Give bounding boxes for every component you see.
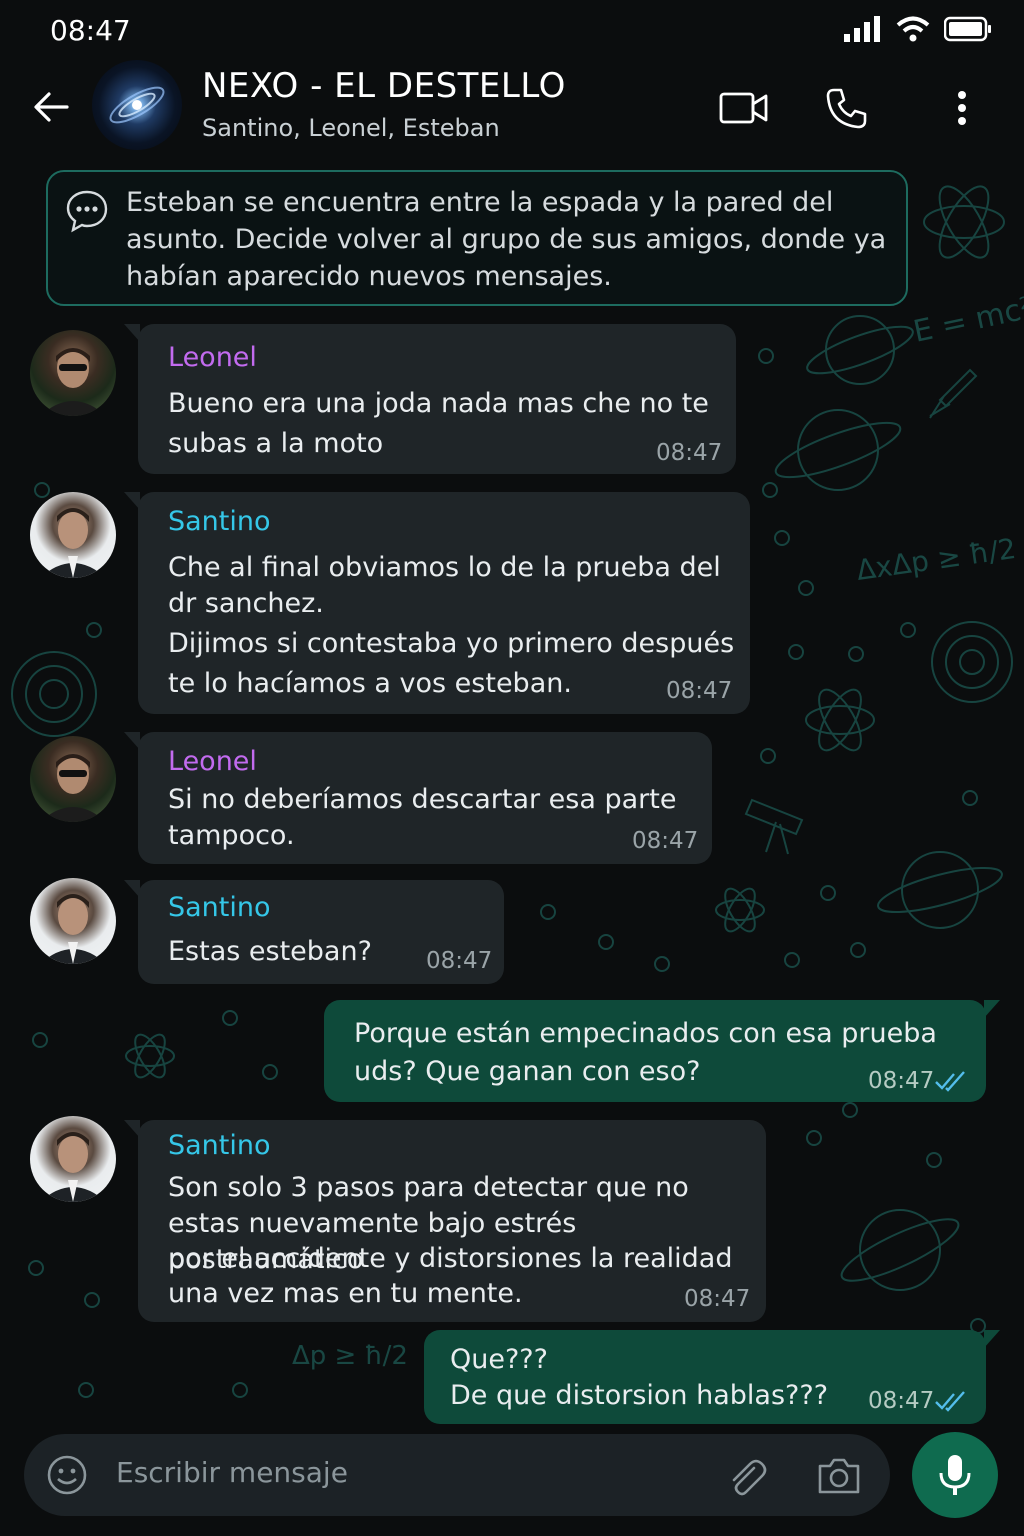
message-bubble[interactable]: Leonel Si no deberíamos descartar esa pa… — [124, 732, 712, 864]
message-time: 08:47 — [632, 828, 699, 854]
person-icon — [40, 1132, 106, 1202]
video-call-button[interactable] — [716, 82, 772, 134]
paperclip-icon[interactable] — [724, 1454, 768, 1498]
message-bubble[interactable]: Santino Son solo 3 pasos para detectar q… — [124, 1120, 766, 1322]
camera-icon[interactable] — [816, 1454, 862, 1498]
status-icons — [844, 16, 992, 42]
message-line: uds? Que ganan con eso? — [354, 1056, 701, 1087]
galaxy-icon — [109, 86, 165, 124]
status-time: 08:47 — [50, 14, 131, 47]
message-line: por el accidente y distorsiones la reali… — [168, 1243, 733, 1274]
phone-icon — [826, 88, 867, 129]
message-time: 08:47 — [868, 1068, 935, 1094]
more-options-icon — [958, 91, 966, 125]
message-line: Si no deberíamos descartar esa parte — [168, 784, 677, 815]
signal-icon — [844, 16, 880, 42]
message-line: Dijimos si contestaba yo primero después — [168, 628, 735, 659]
avatar-leonel[interactable] — [30, 736, 116, 822]
group-avatar[interactable] — [92, 60, 182, 150]
sender-name: Leonel — [168, 746, 257, 777]
message-input-bar[interactable]: Escribir mensaje — [24, 1434, 890, 1516]
avatar-santino[interactable] — [30, 492, 116, 578]
message-line: Son solo 3 pasos para detectar que no — [168, 1172, 689, 1203]
person-icon — [40, 348, 106, 416]
message-bubble[interactable]: Leonel Bueno era una joda nada mas che n… — [124, 324, 736, 474]
narration-text: Esteban se encuentra entre la espada y l… — [126, 187, 887, 292]
double-check-icon — [935, 1071, 965, 1092]
voice-call-button[interactable] — [818, 82, 874, 134]
message-line: una vez mas en tu mente. — [168, 1278, 523, 1309]
formula-emc2: E = mc² — [910, 290, 1024, 349]
sender-name: Santino — [168, 892, 271, 923]
formula-uncertainty: ΔxΔp ≥ ħ/2 — [854, 532, 1018, 587]
message-time: 08:47 — [684, 1286, 751, 1312]
sender-name: Santino — [168, 1130, 271, 1161]
sender-name: Santino — [168, 506, 271, 537]
sender-name: Leonel — [168, 342, 257, 373]
double-check-icon — [935, 1391, 965, 1412]
avatar-santino[interactable] — [30, 1116, 116, 1202]
message-bubble[interactable]: Santino Che al final obviamos lo de la p… — [124, 492, 750, 714]
group-members[interactable]: Santino, Leonel, Esteban — [202, 114, 500, 142]
video-call-icon — [719, 92, 768, 124]
wifi-icon — [896, 16, 930, 42]
message-line: Bueno era una joda nada mas che no te — [168, 388, 709, 419]
message-bubble[interactable]: Santino Estas esteban? 08:47 — [124, 880, 504, 984]
back-button[interactable] — [26, 82, 76, 132]
message-line: tampoco. — [168, 820, 295, 851]
message-line: te lo hacíamos a vos esteban. — [168, 668, 572, 699]
message-line: De que distorsion hablas??? — [450, 1380, 829, 1411]
message-line: dr sanchez. — [168, 588, 324, 619]
avatar-leonel[interactable] — [30, 330, 116, 416]
message-input[interactable]: Escribir mensaje — [116, 1456, 348, 1489]
message-time: 08:47 — [868, 1388, 935, 1414]
person-icon — [40, 508, 106, 578]
more-options-button[interactable] — [934, 82, 990, 134]
message-time: 08:47 — [426, 948, 493, 974]
group-title[interactable]: NEXO - EL DESTELLO — [202, 66, 566, 106]
battery-icon — [944, 16, 991, 42]
message-time: 08:47 — [666, 678, 733, 704]
status-bar: 08:47 — [0, 0, 1024, 60]
person-icon — [40, 754, 106, 822]
message-line: Que??? — [450, 1344, 548, 1375]
chat-header: NEXO - EL DESTELLO Santino, Leonel, Este… — [0, 60, 1024, 160]
narration-box: Esteban se encuentra entre la espada y l… — [46, 170, 908, 306]
message-line: Estas esteban? — [168, 936, 372, 967]
microphone-icon — [939, 1455, 971, 1495]
avatar-santino[interactable] — [30, 878, 116, 964]
back-arrow-icon — [34, 92, 69, 122]
message-line: Che al final obviamos lo de la prueba de… — [168, 552, 721, 583]
person-icon — [40, 894, 106, 964]
microphone-button[interactable] — [912, 1432, 998, 1518]
message-line: subas a la moto — [168, 428, 384, 459]
formula-momentum: Δp ≥ ħ/2 — [292, 1341, 408, 1371]
outgoing-message-bubble[interactable]: Porque están empecinados con esa prueba … — [324, 1000, 1000, 1102]
chat-bubble-icon — [66, 190, 108, 233]
outgoing-message-bubble[interactable]: Que??? De que distorsion hablas??? 08:47 — [424, 1330, 1000, 1424]
message-line: Porque están empecinados con esa prueba — [354, 1018, 937, 1049]
message-time: 08:47 — [656, 440, 723, 466]
emoji-icon[interactable] — [46, 1454, 88, 1496]
